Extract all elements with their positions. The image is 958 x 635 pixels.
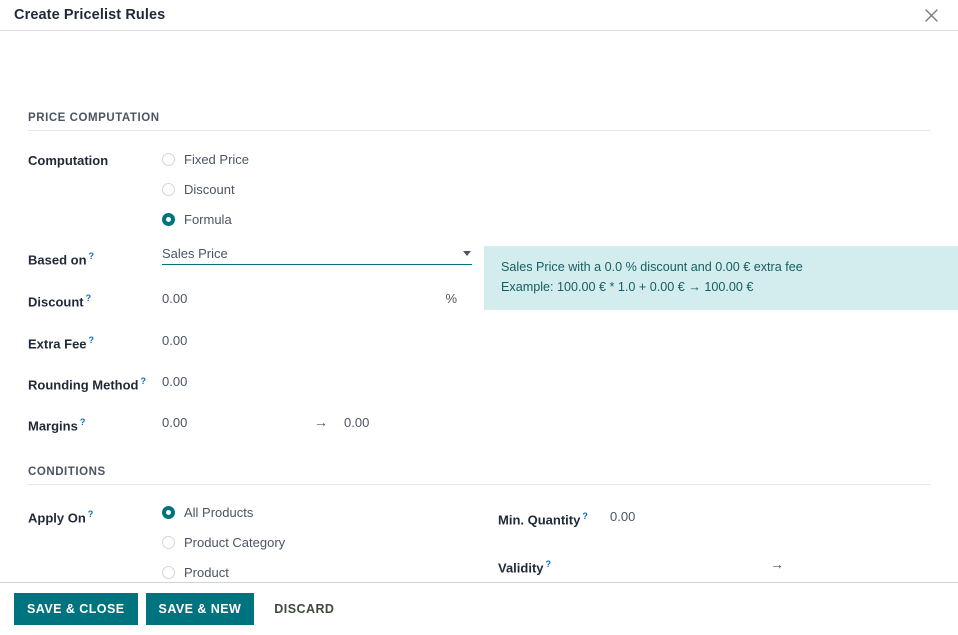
margins-min-value[interactable]: 0.00 (162, 412, 314, 431)
extra-fee-value[interactable]: 0.00 (162, 330, 187, 349)
conditions-left-column: Apply On? All Products Product Category (28, 485, 490, 582)
radio-label: Formula (184, 212, 232, 227)
info-line-1: Sales Price with a 0.0 % discount and 0.… (501, 257, 944, 277)
radio-indicator (162, 183, 175, 196)
label-text: Based on (28, 252, 87, 267)
close-icon[interactable] (918, 2, 944, 28)
radio-formula[interactable]: Formula (162, 204, 249, 234)
radio-label: Fixed Price (184, 152, 249, 167)
save-and-new-button[interactable]: SAVE & NEW (146, 593, 255, 625)
radio-indicator (162, 536, 175, 549)
min-quantity-value[interactable]: 0.00 (610, 506, 635, 525)
help-icon[interactable]: ? (582, 511, 588, 521)
discount-suffix: % (445, 291, 457, 306)
arrow-right-icon: → (770, 554, 784, 573)
radio-all-products[interactable]: All Products (162, 498, 285, 528)
label-rounding-method: Rounding Method? (28, 371, 162, 393)
discard-button[interactable]: DISCARD (262, 593, 346, 625)
dialog-footer: SAVE & CLOSE SAVE & NEW DISCARD (0, 582, 958, 635)
radio-discount[interactable]: Discount (162, 174, 249, 204)
help-icon[interactable]: ? (80, 417, 86, 427)
price-computation-left-column: Computation Fixed Price Discount (28, 131, 490, 435)
section-title-conditions: CONDITIONS (28, 466, 930, 485)
label-text: Min. Quantity (498, 512, 580, 527)
create-pricelist-rules-dialog: Create Pricelist Rules PRICE COMPUTATION… (0, 0, 958, 635)
label-apply-on: Apply On? (28, 498, 162, 526)
validity-end-value[interactable] (784, 554, 874, 573)
help-icon[interactable]: ? (89, 251, 95, 261)
rounding-method-value[interactable]: 0.00 (162, 371, 187, 390)
label-min-quantity: Min. Quantity? (498, 506, 610, 528)
label-text: Apply On (28, 510, 86, 525)
help-icon[interactable]: ? (88, 509, 94, 519)
computation-radio-group[interactable]: Fixed Price Discount Formula (162, 144, 249, 234)
field-computation: Computation Fixed Price Discount (28, 144, 490, 234)
dialog-body: PRICE COMPUTATION Computation Fixed Pric… (0, 31, 958, 582)
conditions-right-column: Min. Quantity? 0.00 Validity? → (498, 498, 958, 577)
field-based-on: Based on? Sales Price (28, 246, 490, 268)
radio-product-category[interactable]: Product Category (162, 528, 285, 558)
help-icon[interactable]: ? (86, 293, 92, 303)
label-extra-fee: Extra Fee? (28, 330, 162, 352)
arrow-right-icon: → (314, 412, 344, 431)
formula-info-box: Sales Price with a 0.0 % discount and 0.… (484, 246, 958, 310)
radio-indicator (162, 153, 175, 166)
radio-label: Discount (184, 182, 235, 197)
discount-value: 0.00 (162, 288, 445, 307)
field-min-quantity: Min. Quantity? 0.00 (498, 498, 958, 528)
label-text: Validity (498, 560, 544, 575)
label-computation: Computation (28, 144, 162, 169)
discount-input-cell[interactable]: 0.00 % (162, 288, 457, 307)
radio-product[interactable]: Product (162, 558, 285, 582)
label-discount: Discount? (28, 288, 162, 310)
label-margins: Margins? (28, 412, 162, 434)
based-on-value: Sales Price (162, 246, 463, 261)
label-text: Margins (28, 419, 78, 434)
radio-indicator (162, 566, 175, 579)
radio-label: Product (184, 565, 229, 580)
apply-on-radio-group[interactable]: All Products Product Category Product (162, 498, 285, 582)
field-discount: Discount? 0.00 % (28, 288, 490, 310)
field-rounding-method: Rounding Method? 0.00 (28, 371, 490, 393)
margins-max-value[interactable]: 0.00 (344, 412, 369, 431)
field-apply-on: Apply On? All Products Product Category (28, 498, 490, 582)
help-icon[interactable]: ? (89, 335, 95, 345)
chevron-down-icon[interactable] (463, 251, 471, 256)
conditions-rows: Apply On? All Products Product Category (28, 485, 930, 582)
save-and-close-button[interactable]: SAVE & CLOSE (14, 593, 138, 625)
label-based-on: Based on? (28, 246, 162, 268)
field-margins: Margins? 0.00 → 0.00 (28, 412, 490, 434)
label-text: Extra Fee (28, 336, 87, 351)
radio-fixed-price[interactable]: Fixed Price (162, 144, 249, 174)
field-extra-fee: Extra Fee? 0.00 (28, 330, 490, 352)
info-line-2: Example: 100.00 € * 1.0 + 0.00 € → 100.0… (501, 277, 944, 297)
radio-label: All Products (184, 505, 253, 520)
form-sheet: PRICE COMPUTATION Computation Fixed Pric… (0, 112, 958, 582)
radio-indicator-selected (162, 506, 175, 519)
dialog-header: Create Pricelist Rules (0, 0, 958, 31)
label-text: Rounding Method (28, 377, 138, 392)
based-on-select[interactable]: Sales Price (162, 246, 472, 265)
help-icon[interactable]: ? (140, 376, 146, 386)
dialog-title: Create Pricelist Rules (14, 7, 918, 23)
section-title-price-computation: PRICE COMPUTATION (28, 112, 930, 131)
label-validity: Validity? (498, 554, 610, 576)
validity-start-value[interactable] (610, 554, 770, 573)
label-text: Discount (28, 295, 84, 310)
help-icon[interactable]: ? (546, 559, 552, 569)
field-validity: Validity? → (498, 554, 958, 576)
radio-label: Product Category (184, 535, 285, 550)
radio-indicator-selected (162, 213, 175, 226)
